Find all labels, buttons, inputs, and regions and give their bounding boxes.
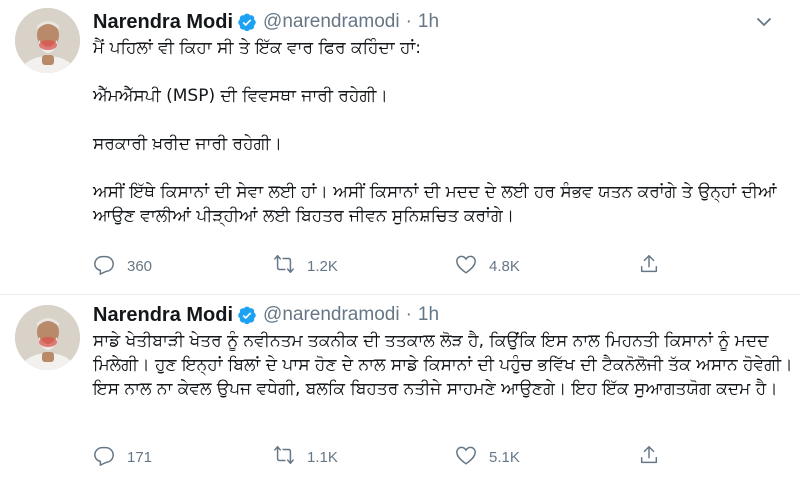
tweet-actions: 360 1.2K 4.8K — [93, 253, 693, 279]
heart-icon — [455, 444, 477, 470]
share-button[interactable] — [638, 444, 660, 470]
retweet-button[interactable]: 1.1K — [273, 444, 338, 470]
tweet[interactable]: Narendra Modi @narendramodi · 1h ਸਾਡੇ ਖੇ… — [0, 295, 800, 487]
like-button[interactable]: 5.1K — [455, 444, 520, 470]
avatar[interactable] — [15, 305, 80, 370]
like-button[interactable]: 4.8K — [455, 253, 520, 279]
tweet-paragraph: ਅਸੀਂ ਇੱਥੇ ਕਿਸਾਨਾਂ ਦੀ ਸੇਵਾ ਲਈ ਹਾਂ। ਅਸੀਂ ਕ… — [93, 182, 782, 226]
separator-dot: · — [405, 11, 412, 32]
reply-icon — [93, 253, 115, 279]
tweet-text: ਮੈਂ ਪਹਿਲਾਂ ਵੀ ਕਿਹਾ ਸੀ ਤੇ ਇੱਕ ਵਾਰ ਫਿਰ ਕਹਿ… — [93, 36, 793, 228]
tweet-paragraph: ਮੈਂ ਪਹਿਲਾਂ ਵੀ ਕਿਹਾ ਸੀ ਤੇ ਇੱਕ ਵਾਰ ਫਿਰ ਕਹਿ… — [93, 38, 421, 58]
like-count: 5.1K — [489, 448, 520, 466]
reply-button[interactable]: 360 — [93, 253, 152, 279]
tweet-paragraph: ਸਾਡੇ ਖੇਤੀਬਾੜੀ ਖੇਤਰ ਨੂੰ ਨਵੀਨਤਮ ਤਕਨੀਕ ਦੀ ਤ… — [93, 331, 798, 399]
share-icon — [638, 444, 660, 470]
retweet-icon — [273, 444, 295, 470]
timestamp[interactable]: 1h — [418, 11, 439, 33]
chevron-down-icon[interactable] — [756, 14, 772, 30]
author-name[interactable]: Narendra Modi — [93, 304, 233, 327]
like-count: 4.8K — [489, 257, 520, 275]
tweet-paragraph: ਸਰਕਾਰੀ ਖ਼ਰੀਦ ਜਾਰੀ ਰਹੇਗੀ। — [93, 134, 282, 154]
retweet-button[interactable]: 1.2K — [273, 253, 338, 279]
tweet-actions: 171 1.1K 5.1K — [93, 444, 693, 470]
tweet-paragraph: ਐੱਮਐੱਸਪੀ (MSP) ਦੀ ਵਿਵਸਥਾ ਜਾਰੀ ਰਹੇਗੀ। — [93, 86, 388, 106]
author-handle[interactable]: @narendramodi — [263, 304, 400, 326]
reply-count: 171 — [127, 448, 153, 466]
retweet-count: 1.2K — [307, 257, 338, 275]
author-name[interactable]: Narendra Modi — [93, 11, 233, 34]
tweet[interactable]: Narendra Modi @narendramodi · 1h ਮੈਂ ਪਹਿ… — [0, 0, 800, 295]
retweet-count: 1.1K — [307, 448, 338, 466]
share-icon — [638, 253, 660, 279]
heart-icon — [455, 253, 477, 279]
timestamp[interactable]: 1h — [418, 304, 439, 326]
separator-dot: · — [405, 304, 412, 325]
share-button[interactable] — [638, 253, 660, 279]
tweet-header: Narendra Modi @narendramodi · 1h — [93, 10, 439, 34]
retweet-icon — [273, 253, 295, 279]
verified-badge-icon — [237, 12, 257, 32]
author-handle[interactable]: @narendramodi — [263, 11, 400, 33]
reply-button[interactable]: 171 — [93, 444, 152, 470]
verified-badge-icon — [237, 305, 257, 325]
tweet-header: Narendra Modi @narendramodi · 1h — [93, 303, 439, 327]
avatar[interactable] — [15, 8, 80, 73]
reply-count: 360 — [127, 257, 153, 275]
tweet-text: ਸਾਡੇ ਖੇਤੀਬਾੜੀ ਖੇਤਰ ਨੂੰ ਨਵੀਨਤਮ ਤਕਨੀਕ ਦੀ ਤ… — [93, 329, 793, 401]
reply-icon — [93, 444, 115, 470]
